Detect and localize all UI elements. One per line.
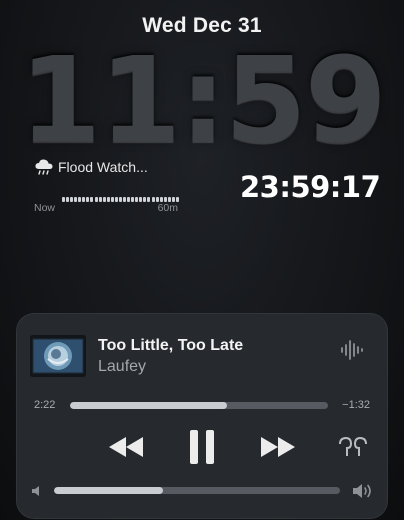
playback-scrubber[interactable] — [70, 402, 328, 409]
rewind-icon[interactable] — [107, 435, 145, 459]
precip-label-now: Now — [34, 202, 56, 214]
waveform-icon[interactable] — [340, 339, 364, 361]
stopwatch-widget[interactable]: 23:59:17 — [240, 170, 381, 204]
volume-fill — [54, 487, 163, 494]
weather-alert-title: Flood Watch... — [58, 159, 148, 175]
now-playing-panel[interactable]: Too Little, Too Late Laufey 2:22 −1:32 — [16, 313, 388, 519]
lock-clock: 11:59 — [19, 31, 387, 169]
rain-cloud-icon — [35, 159, 53, 175]
album-art-image — [30, 335, 86, 377]
speaker-high-icon — [353, 484, 371, 498]
elapsed-time: 2:22 — [34, 399, 56, 411]
precip-label-60m: 60m — [157, 202, 178, 214]
fast-forward-icon[interactable] — [259, 435, 297, 459]
volume-slider[interactable] — [54, 487, 340, 494]
weather-widget[interactable]: Flood Watch... Now 60m — [34, 156, 184, 214]
track-title: Too Little, Too Late — [98, 337, 244, 354]
pause-icon[interactable] — [188, 429, 216, 465]
speaker-low-icon — [32, 486, 39, 496]
album-art[interactable] — [30, 335, 86, 377]
precipitation-graph — [62, 192, 180, 202]
remaining-time: −1:32 — [342, 399, 370, 411]
playback-progress-fill — [70, 402, 228, 409]
track-artist: Laufey — [98, 358, 147, 375]
airpods-icon[interactable] — [337, 435, 369, 459]
